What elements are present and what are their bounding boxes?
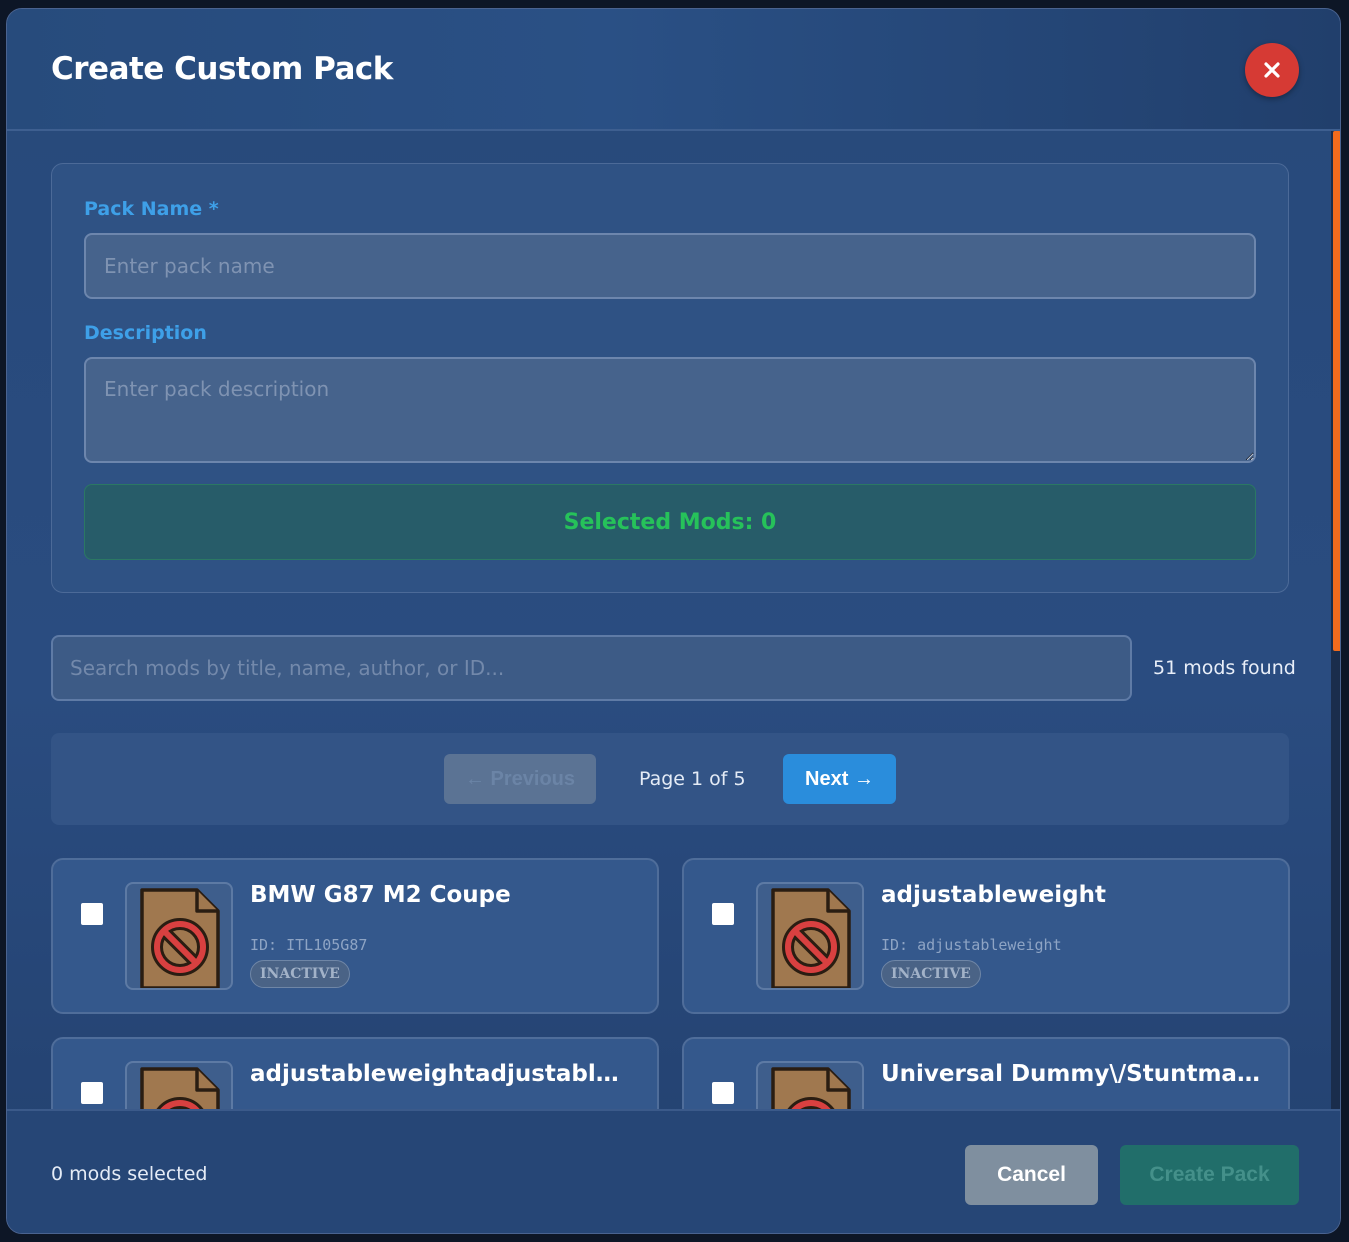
mod-thumbnail: [125, 882, 233, 990]
create-pack-button[interactable]: Create Pack: [1120, 1145, 1299, 1205]
mod-card[interactable]: BMW G87 M2 Coupe ID: ITL105G87 INACTIVE: [51, 858, 659, 1014]
results-count: 51 mods found: [1153, 657, 1296, 679]
disabled-file-icon: [771, 888, 851, 988]
mod-thumbnail: [125, 1061, 233, 1109]
footer-selection-count: 0 mods selected: [51, 1163, 208, 1185]
selected-mods-count: Selected Mods: 0: [84, 484, 1256, 560]
mod-card[interactable]: adjustableweightadjustablera...: [51, 1037, 659, 1109]
cancel-button[interactable]: Cancel: [965, 1145, 1098, 1205]
mod-title: BMW G87 M2 Coupe: [250, 882, 511, 908]
page-indicator: Page 1 of 5: [639, 768, 746, 790]
mod-title: adjustableweightadjustablera...: [250, 1061, 630, 1087]
status-badge: INACTIVE: [881, 960, 981, 988]
pagination-bar: ← Previous Page 1 of 5 Next →: [51, 733, 1289, 825]
mod-checkbox[interactable]: [81, 1082, 103, 1104]
mod-checkbox[interactable]: [712, 1082, 734, 1104]
description-label: Description: [84, 322, 207, 344]
mod-checkbox[interactable]: [81, 903, 103, 925]
status-badge: INACTIVE: [250, 960, 350, 988]
disabled-file-icon: [140, 888, 220, 988]
mod-checkbox[interactable]: [712, 903, 734, 925]
mod-title: adjustableweight: [881, 882, 1106, 908]
search-input[interactable]: [51, 635, 1132, 701]
modal-title: Create Custom Pack: [51, 51, 393, 87]
close-icon: [1264, 62, 1280, 78]
close-button[interactable]: [1245, 43, 1299, 97]
pack-form-card: Pack Name * Description Selected Mods: 0: [51, 163, 1289, 593]
disabled-file-icon: [140, 1067, 220, 1109]
scrollbar-thumb[interactable]: [1333, 131, 1340, 651]
mod-title: Universal Dummy\/Stuntman ...: [881, 1061, 1261, 1087]
modal-footer: 0 mods selected Cancel Create Pack: [7, 1109, 1340, 1233]
modal-body[interactable]: Pack Name * Description Selected Mods: 0…: [7, 131, 1328, 1109]
mod-thumbnail: [756, 882, 864, 990]
pack-name-input[interactable]: [84, 233, 1256, 299]
pack-name-label: Pack Name *: [84, 198, 219, 220]
previous-page-button[interactable]: ← Previous: [444, 754, 596, 804]
next-page-button[interactable]: Next →: [783, 754, 896, 804]
disabled-file-icon: [771, 1067, 851, 1109]
mod-id: ID: ITL105G87: [250, 936, 368, 954]
mod-card[interactable]: adjustableweight ID: adjustableweight IN…: [682, 858, 1290, 1014]
create-pack-modal: Create Custom Pack Pack Name * Descripti…: [6, 8, 1341, 1234]
mod-id: ID: adjustableweight: [881, 936, 1062, 954]
modal-header: Create Custom Pack: [7, 9, 1340, 131]
mod-thumbnail: [756, 1061, 864, 1109]
description-textarea[interactable]: [84, 357, 1256, 463]
mod-card[interactable]: Universal Dummy\/Stuntman ...: [682, 1037, 1290, 1109]
